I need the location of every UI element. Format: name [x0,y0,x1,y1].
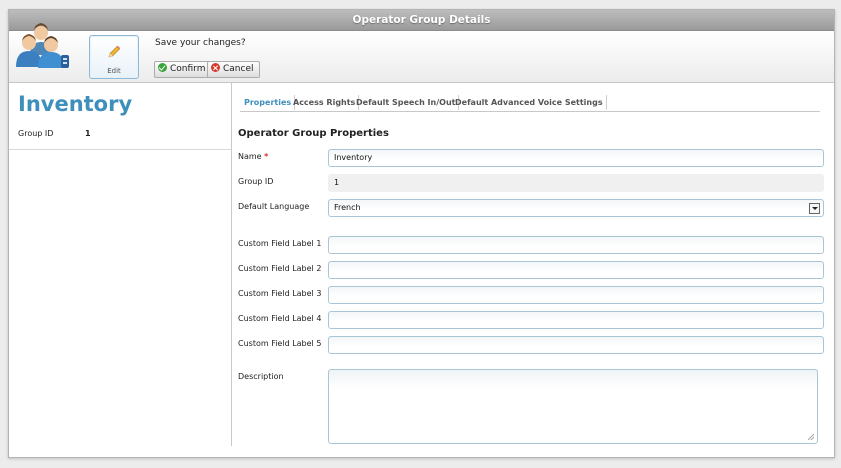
default-language-select[interactable]: French [328,199,824,217]
edit-button[interactable]: Edit [89,35,139,79]
name-label: Name * [238,152,269,161]
tab-default-speech[interactable]: Default Speech In/Out [353,95,460,110]
cancel-button[interactable]: Cancel [207,61,260,78]
tab-access-rights[interactable]: Access Rights [290,95,360,110]
panel-divider [231,83,232,446]
summary-group-id-label: Group ID [18,129,54,138]
custom-field-label-4: Custom Field Label 4 [238,314,322,323]
default-language-label: Default Language [238,202,310,211]
custom-field-input-4[interactable] [328,311,824,329]
group-id-label: Group ID [238,177,274,186]
custom-field-input-1[interactable] [328,236,824,254]
name-field[interactable]: Inventory [328,149,824,167]
section-title: Operator Group Properties [238,128,389,139]
description-textarea[interactable] [328,369,818,444]
custom-field-label-2: Custom Field Label 2 [238,264,322,273]
tab-bar: Properties Access Rights Default Speech … [240,93,820,112]
x-circle-icon [211,63,220,72]
cancel-button-label: Cancel [223,64,254,74]
operator-group-details-window: Operator Group Details Edit Save your ch… [8,9,835,458]
resize-grip-icon[interactable] [808,434,814,440]
record-title: Inventory [18,92,133,116]
description-label: Description [238,372,284,381]
save-prompt: Save your changes? [155,38,246,48]
default-language-value: French [334,203,361,212]
operator-group-users-icon [16,23,69,68]
pencil-icon [108,45,121,58]
confirm-button[interactable]: Confirm [154,61,212,78]
edit-button-label: Edit [107,67,121,75]
tab-properties[interactable]: Properties [241,95,296,110]
custom-field-label-5: Custom Field Label 5 [238,339,322,348]
tab-default-advanced-voice[interactable]: Default Advanced Voice Settings [452,95,607,110]
custom-field-input-2[interactable] [328,261,824,279]
dropdown-arrow-icon[interactable] [809,203,820,214]
custom-field-input-5[interactable] [328,336,824,354]
summary-group-id-value: 1 [85,129,91,138]
custom-field-label-1: Custom Field Label 1 [238,239,322,248]
confirm-button-label: Confirm [170,64,206,74]
custom-field-input-3[interactable] [328,286,824,304]
summary-divider [9,149,231,150]
group-id-field: 1 [328,174,824,192]
custom-field-label-3: Custom Field Label 3 [238,289,322,298]
required-marker: * [264,152,269,161]
check-circle-icon [158,63,167,72]
toolbar: Edit Save your changes? Confirm Cancel [9,23,834,83]
window-title: Operator Group Details [9,10,834,31]
record-summary-panel: Inventory Group ID 1 [9,83,231,457]
